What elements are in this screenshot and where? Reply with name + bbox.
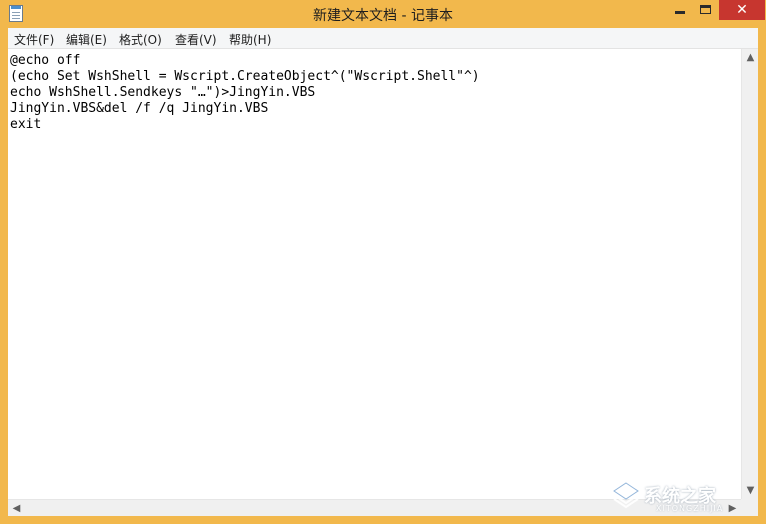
watermark-subtext: XITONGZHIJIA (656, 504, 724, 513)
editor-line: (echo Set WshShell = Wscript.CreateObjec… (10, 69, 480, 84)
title-bar[interactable]: 新建文本文档 - 记事本 ✕ (0, 0, 766, 28)
maximize-icon (700, 5, 711, 14)
watermark-logo-icon (613, 482, 639, 509)
window-title: 新建文本文档 - 记事本 (313, 8, 453, 24)
text-editor[interactable]: @echo off (echo Set WshShell = Wscript.Cr… (8, 49, 758, 516)
editor-line: exit (10, 117, 42, 132)
notepad-window: 新建文本文档 - 记事本 ✕ 文件(F) 编辑(E) 格式(O) 查看(V) 帮… (0, 0, 766, 524)
editor-content[interactable]: @echo off (echo Set WshShell = Wscript.Cr… (10, 53, 740, 498)
minimize-icon (675, 11, 685, 14)
minimize-button[interactable] (667, 0, 693, 20)
editor-line: @echo off (10, 53, 81, 68)
editor-line: JingYin.VBS&del /f /q JingYin.VBS (10, 101, 269, 116)
close-icon: ✕ (736, 2, 748, 18)
menu-file[interactable]: 文件(F) (14, 31, 54, 48)
menu-help[interactable]: 帮助(H) (229, 31, 271, 48)
scroll-left-icon[interactable]: ◀ (8, 500, 25, 517)
menu-format[interactable]: 格式(O) (119, 31, 162, 48)
menu-edit[interactable]: 编辑(E) (66, 31, 107, 48)
editor-line: echo WshShell.Sendkeys "…")>JingYin.VBS (10, 85, 316, 100)
maximize-button[interactable] (693, 0, 719, 20)
scroll-up-icon[interactable]: ▲ (742, 49, 759, 66)
close-button[interactable]: ✕ (719, 0, 765, 20)
watermark: 系统之家 XITONGZHIJIA (612, 478, 762, 518)
vertical-scrollbar[interactable]: ▲ ▼ (741, 49, 758, 499)
menu-view[interactable]: 查看(V) (175, 31, 217, 48)
menu-bar: 文件(F) 编辑(E) 格式(O) 查看(V) 帮助(H) (8, 28, 758, 49)
